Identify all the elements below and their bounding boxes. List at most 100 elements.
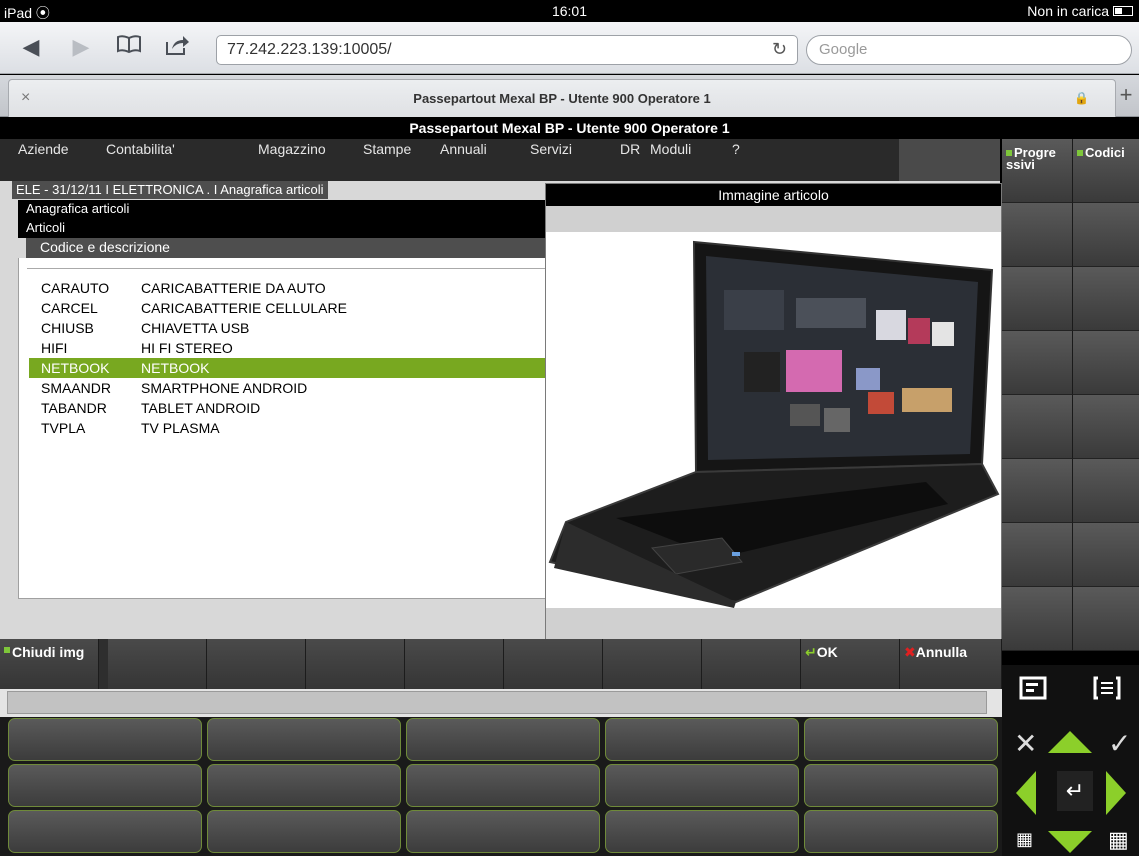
input-bar — [0, 689, 1002, 717]
codici-button[interactable]: Codici — [1073, 139, 1139, 203]
enter-icon: ↵ — [805, 644, 817, 660]
item-code: SMAANDR — [41, 380, 112, 396]
arrow-up-icon[interactable] — [1048, 731, 1092, 753]
side-button-empty[interactable] — [1002, 587, 1073, 651]
panel-subtitle: Articoli — [26, 220, 66, 235]
app-title: Passepartout Mexal BP - Utente 900 Opera… — [0, 117, 1139, 139]
chiudi-img-button[interactable]: Chiudi img — [0, 639, 99, 689]
navigation-pad: ✕ ✓ ↵ ▦ ▦ — [1002, 665, 1139, 856]
function-key-empty[interactable] — [306, 639, 405, 689]
image-window-title: Immagine articolo — [546, 184, 1001, 206]
check-icon[interactable]: ✓ — [1108, 727, 1131, 760]
search-field[interactable]: Google — [806, 35, 1132, 65]
forward-icon[interactable]: ▶ — [66, 34, 96, 60]
menu-moduli[interactable]: Moduli — [650, 141, 691, 157]
side-button-empty[interactable] — [1073, 267, 1139, 331]
small-grid-icon[interactable]: ▦ — [1016, 829, 1033, 850]
side-button-empty[interactable] — [1002, 395, 1073, 459]
list-item[interactable]: TABANDR TABLET ANDROID — [29, 398, 547, 418]
keypad-key[interactable] — [8, 764, 202, 807]
keypad-key[interactable] — [8, 810, 202, 853]
menu-stampe[interactable]: Stampe — [363, 141, 411, 157]
arrow-down-icon[interactable] — [1048, 831, 1092, 853]
side-button-empty[interactable] — [1073, 459, 1139, 523]
side-button-empty[interactable] — [1073, 331, 1139, 395]
command-input[interactable] — [7, 691, 987, 714]
list-item[interactable]: HIFI HI FI STEREO — [29, 338, 547, 358]
menu-help[interactable]: ? — [732, 141, 740, 157]
arrow-right-icon[interactable] — [1106, 771, 1126, 815]
function-key-empty[interactable] — [504, 639, 603, 689]
menu-aziende[interactable]: Aziende — [18, 141, 69, 157]
side-button-empty[interactable] — [1002, 523, 1073, 587]
large-grid-icon[interactable]: ▦ — [1108, 827, 1129, 853]
keypad-key[interactable] — [207, 810, 401, 853]
menu-bar: Aziende Contabilita' Magazzino Stampe An… — [0, 139, 1000, 181]
menu-contabilita[interactable]: Contabilita' — [106, 141, 175, 157]
side-button-empty[interactable] — [1073, 587, 1139, 651]
form-view-icon[interactable] — [1018, 675, 1048, 706]
soft-keypad — [0, 717, 1002, 856]
side-button-empty[interactable] — [1073, 395, 1139, 459]
item-code: NETBOOK — [41, 360, 110, 376]
keypad-key[interactable] — [804, 810, 998, 853]
list-view-icon[interactable] — [1092, 675, 1122, 706]
list-item[interactable]: CHIUSB CHIAVETTA USB — [29, 318, 547, 338]
image-window: Immagine articolo — [545, 183, 1002, 640]
share-icon[interactable] — [162, 34, 192, 60]
close-icon[interactable]: ✕ — [1014, 727, 1037, 760]
list-separator — [27, 268, 545, 269]
keypad-key[interactable] — [207, 718, 401, 761]
keypad-key[interactable] — [406, 718, 600, 761]
function-key-empty[interactable] — [603, 639, 702, 689]
new-tab-button[interactable]: + — [1115, 80, 1137, 110]
bookmarks-icon[interactable] — [114, 34, 144, 60]
side-button-empty[interactable] — [1073, 203, 1139, 267]
enter-key-icon[interactable]: ↵ — [1057, 771, 1093, 811]
progressivi-button[interactable]: Progre ssivi — [1002, 139, 1073, 203]
image-window-footer — [546, 608, 1001, 639]
list-item-selected[interactable]: NETBOOK NETBOOK — [29, 358, 547, 378]
menu-dr[interactable]: DR — [620, 141, 640, 157]
search-placeholder: Google — [819, 41, 868, 58]
menu-servizi[interactable]: Servizi — [530, 141, 572, 157]
reload-icon[interactable]: ↻ — [772, 39, 787, 60]
item-desc: CARICABATTERIE CELLULARE — [141, 300, 347, 316]
item-desc: HI FI STEREO — [141, 340, 233, 356]
back-icon[interactable]: ◀ — [16, 34, 46, 60]
menu-magazzino[interactable]: Magazzino — [258, 141, 326, 157]
keypad-key[interactable] — [8, 718, 202, 761]
side-button-empty[interactable] — [1002, 203, 1073, 267]
keypad-key[interactable] — [207, 764, 401, 807]
arrow-left-icon[interactable] — [1016, 771, 1036, 815]
item-code: TVPLA — [41, 420, 86, 436]
function-key-empty[interactable] — [108, 639, 207, 689]
side-button-empty[interactable] — [1073, 523, 1139, 587]
side-button-empty[interactable] — [1002, 331, 1073, 395]
ok-button[interactable]: ↵OK — [801, 639, 900, 689]
item-desc: CARICABATTERIE DA AUTO — [141, 280, 326, 296]
keypad-key[interactable] — [605, 764, 799, 807]
list-item[interactable]: CARCEL CARICABATTERIE CELLULARE — [29, 298, 547, 318]
side-button-empty[interactable] — [1002, 459, 1073, 523]
keypad-key[interactable] — [804, 718, 998, 761]
address-bar[interactable]: 77.242.223.139:10005/ ↻ — [216, 35, 798, 65]
keypad-key[interactable] — [406, 810, 600, 853]
keypad-key[interactable] — [605, 810, 799, 853]
keypad-key[interactable] — [804, 764, 998, 807]
keypad-key[interactable] — [406, 764, 600, 807]
side-button-empty[interactable] — [1002, 267, 1073, 331]
panel-header: Anagrafica articoli Articoli — [18, 200, 546, 238]
function-key-empty[interactable] — [207, 639, 306, 689]
function-key-empty[interactable] — [405, 639, 504, 689]
function-key-empty[interactable] — [702, 639, 801, 689]
list-item[interactable]: SMAANDR SMARTPHONE ANDROID — [29, 378, 547, 398]
menu-annuali[interactable]: Annuali — [440, 141, 487, 157]
list-item[interactable]: CARAUTO CARICABATTERIE DA AUTO — [29, 278, 547, 298]
article-list: CARAUTO CARICABATTERIE DA AUTO CARCEL CARI… — [18, 258, 547, 599]
annulla-label: Annulla — [915, 644, 968, 660]
keypad-key[interactable] — [605, 718, 799, 761]
annulla-button[interactable]: ✖Annulla — [900, 639, 1002, 689]
list-item[interactable]: TVPLA TV PLASMA — [29, 418, 547, 438]
browser-tab[interactable]: × Passepartout Mexal BP - Utente 900 Ope… — [8, 79, 1116, 117]
